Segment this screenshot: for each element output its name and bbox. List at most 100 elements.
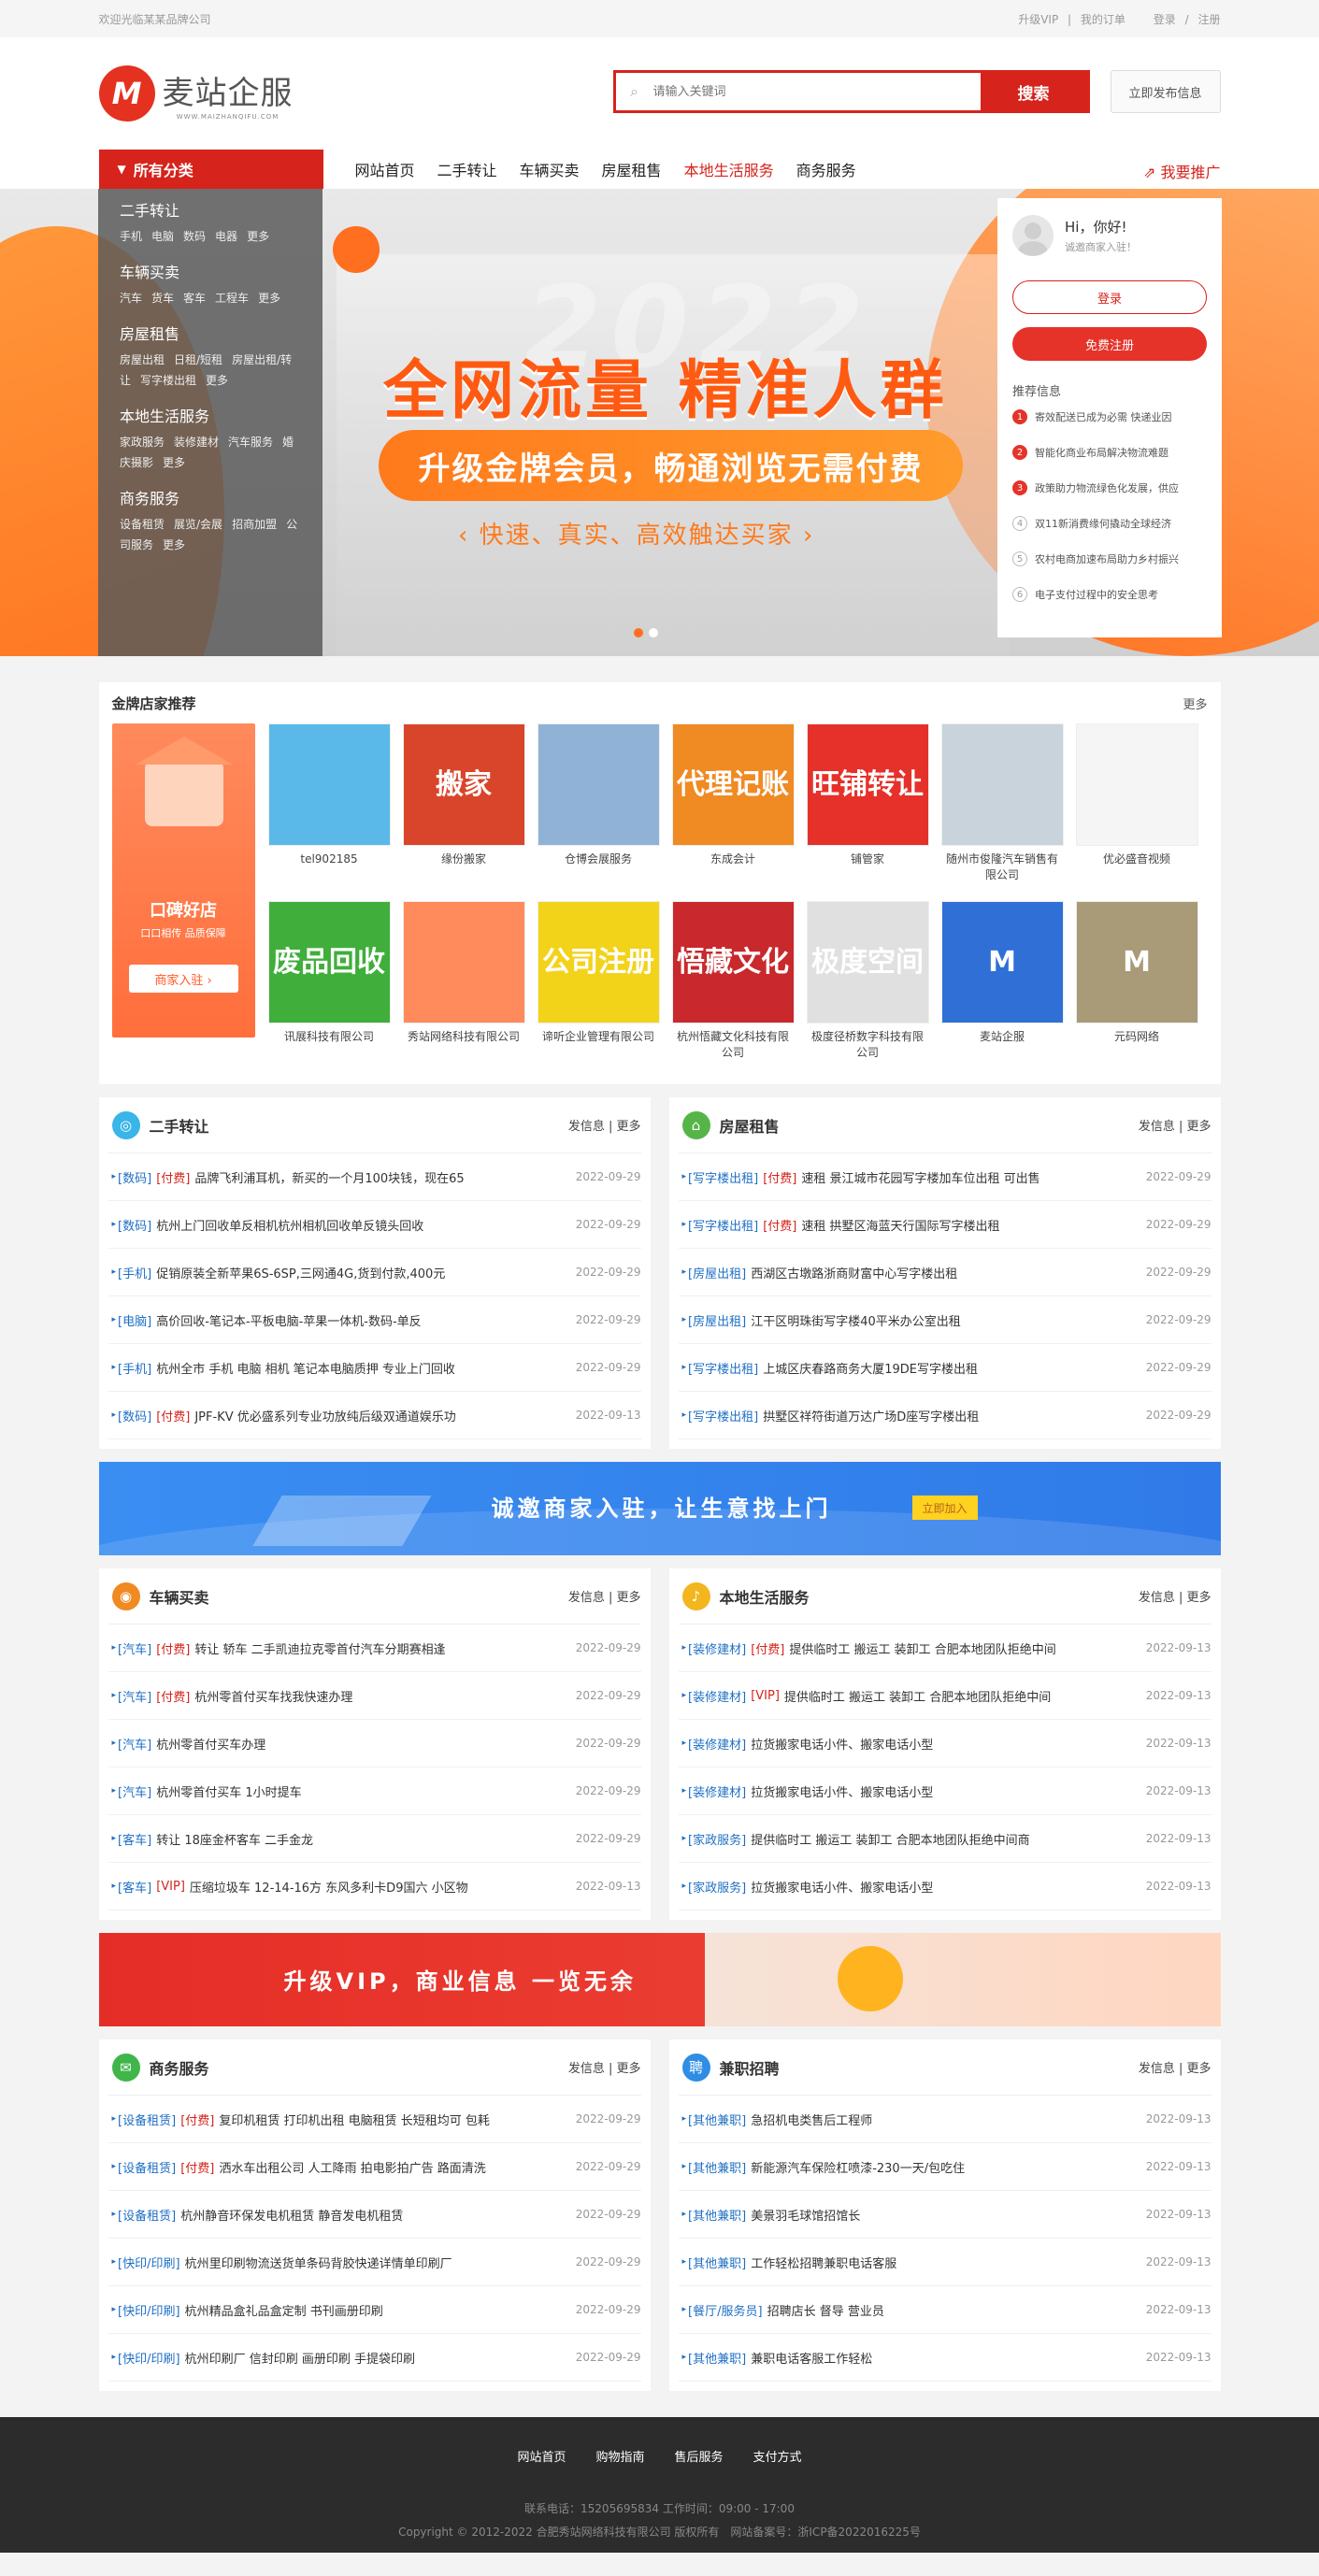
- category-link[interactable]: 电脑: [151, 230, 174, 243]
- list-item[interactable]: ▸ [其他兼职] 工作轻松招聘兼职电话客服 2022-09-13: [678, 2239, 1211, 2286]
- list-item[interactable]: ▸ [客车] [VIP] 压缩垃圾车 12-14-16方 东风多利卡D9国六 小区物 2…: [108, 1863, 641, 1911]
- shop-card[interactable]: M 麦站企服: [940, 901, 1064, 1079]
- search-button[interactable]: 搜索: [980, 73, 1087, 110]
- item-title[interactable]: 杭州零首付买车办理: [156, 1735, 565, 1753]
- item-title[interactable]: 杭州零首付买车找我快速办理: [194, 1687, 564, 1705]
- item-category[interactable]: [手机]: [118, 1264, 151, 1281]
- item-category[interactable]: [餐厅/服务员]: [688, 2301, 763, 2319]
- item-title[interactable]: 美景羽毛球馆招馆长: [751, 2206, 1135, 2224]
- login-button[interactable]: 登录: [1012, 280, 1207, 314]
- search-input[interactable]: [652, 73, 981, 110]
- category-link[interactable]: 更多: [206, 374, 228, 387]
- item-title[interactable]: 招聘店长 督导 营业员: [767, 2301, 1135, 2319]
- item-title[interactable]: 工作轻松招聘兼职电话客服: [751, 2254, 1135, 2271]
- list-item[interactable]: ▸ [其他兼职] 美景羽毛球馆招馆长 2022-09-13: [678, 2191, 1211, 2239]
- list-item[interactable]: ▸ [设备租赁] [付费] 洒水车出租公司 人工降雨 拍电影拍广告 路面清洗 2022-…: [108, 2143, 641, 2191]
- item-category[interactable]: [写字楼出租]: [688, 1359, 758, 1377]
- item-title[interactable]: 速租 景江城市花园写字楼加车位出租 可出售: [801, 1168, 1134, 1186]
- item-category[interactable]: [数码]: [118, 1407, 151, 1424]
- post-more-links[interactable]: 发信息 | 更多: [568, 1116, 641, 1134]
- item-title[interactable]: 西湖区古墩路浙商财富中心写字楼出租: [751, 1264, 1135, 1281]
- shop-card[interactable]: 代理记账 东成会计: [671, 723, 795, 901]
- list-item[interactable]: ▸ [装修建材] [VIP] 提供临时工 搬运工 装卸工 合肥本地团队拒绝中间 2022…: [678, 1672, 1211, 1720]
- item-category[interactable]: [其他兼职]: [688, 2111, 746, 2128]
- item-title[interactable]: 杭州精品盒礼品盒定制 书刊画册印刷: [185, 2301, 565, 2319]
- item-title[interactable]: 杭州全市 手机 电脑 相机 笔记本电脑质押 专业上门回收: [156, 1359, 565, 1377]
- list-item[interactable]: ▸ [写字楼出租] 上城区庆春路商务大厦19DE写字楼出租 2022-09-29: [678, 1344, 1211, 1392]
- list-item[interactable]: ▸ [房屋出租] 江干区明珠街写字楼40平米办公室出租 2022-09-29: [678, 1296, 1211, 1344]
- item-title[interactable]: 兼职电话客服工作轻松: [751, 2349, 1135, 2367]
- shop-card[interactable]: M 元码网络: [1075, 901, 1198, 1079]
- vip-ad-banner[interactable]: 升级VIP，商业信息 一览无余: [98, 1933, 1221, 2026]
- shop-card[interactable]: 仓博会展服务: [537, 723, 660, 901]
- item-category[interactable]: [其他兼职]: [688, 2254, 746, 2271]
- item-title[interactable]: 转让 18座金杯客车 二手金龙: [156, 1830, 565, 1848]
- register-button[interactable]: 免费注册: [1012, 327, 1207, 361]
- item-title[interactable]: 提供临时工 搬运工 装卸工 合肥本地团队拒绝中间商: [751, 1830, 1135, 1848]
- category-link[interactable]: 日租/短租: [174, 353, 222, 366]
- item-category[interactable]: [快印/印刷]: [118, 2254, 180, 2271]
- item-category[interactable]: [设备租赁]: [118, 2206, 176, 2224]
- list-item[interactable]: ▸ [设备租赁] [付费] 复印机租赁 打印机出租 电脑租赁 长短租均可 包耗 2022…: [108, 2096, 641, 2143]
- recommend-item[interactable]: 3 政策助力物流绿色化发展，供应: [1012, 470, 1207, 506]
- item-category[interactable]: [电脑]: [118, 1311, 151, 1329]
- nav-item-1[interactable]: 二手转让: [437, 158, 497, 180]
- item-category[interactable]: [装修建材]: [688, 1782, 746, 1800]
- item-category[interactable]: [设备租赁]: [118, 2158, 176, 2176]
- carousel-dot[interactable]: [649, 628, 658, 637]
- item-title[interactable]: 提供临时工 搬运工 装卸工 合肥本地团队拒绝中间: [789, 1639, 1134, 1657]
- item-title[interactable]: 杭州静音环保发电机租赁 静音发电机租赁: [180, 2206, 565, 2224]
- join-now-button[interactable]: 立即加入: [911, 1496, 978, 1520]
- category-link[interactable]: 工程车: [215, 292, 249, 305]
- shop-card[interactable]: 优必盛音视频: [1075, 723, 1198, 901]
- shop-card[interactable]: 秀站网络科技有限公司: [402, 901, 525, 1079]
- publish-button[interactable]: 立即发布信息: [1110, 70, 1221, 113]
- merchant-join-button[interactable]: 商家入驻 ›: [128, 965, 238, 993]
- item-category[interactable]: [汽车]: [118, 1639, 151, 1657]
- item-category[interactable]: [设备租赁]: [118, 2111, 176, 2128]
- list-item[interactable]: ▸ [装修建材] 拉货搬家电话小件、搬家电话小型 2022-09-13: [678, 1720, 1211, 1767]
- list-item[interactable]: ▸ [家政服务] 拉货搬家电话小件、搬家电话小型 2022-09-13: [678, 1863, 1211, 1911]
- recommend-item[interactable]: 2 智能化商业布局解决物流难题: [1012, 435, 1207, 470]
- post-more-links[interactable]: 发信息 | 更多: [568, 1587, 641, 1605]
- item-category[interactable]: [写字楼出租]: [688, 1407, 758, 1424]
- recommend-item[interactable]: 4 双11新消费缘何撬动全球经济: [1012, 506, 1207, 541]
- list-item[interactable]: ▸ [汽车] 杭州零首付买车办理 2022-09-29: [108, 1720, 641, 1767]
- item-category[interactable]: [数码]: [118, 1216, 151, 1234]
- item-title[interactable]: 杭州上门回收单反相机杭州相机回收单反镜头回收: [156, 1216, 565, 1234]
- list-item[interactable]: ▸ [家政服务] 提供临时工 搬运工 装卸工 合肥本地团队拒绝中间商 2022-09-…: [678, 1815, 1211, 1863]
- item-title[interactable]: 新能源汽车保险杠喷漆-230一天/包吃住: [751, 2158, 1135, 2176]
- carousel-dot[interactable]: [634, 628, 643, 637]
- list-item[interactable]: ▸ [汽车] 杭州零首付买车 1小时提车 2022-09-29: [108, 1767, 641, 1815]
- shop-card[interactable]: 废品回收 讯展科技有限公司: [267, 901, 391, 1079]
- list-item[interactable]: ▸ [数码] [付费] 品牌飞利浦耳机，新买的一个月100块钱，现在65 2022-09…: [108, 1153, 641, 1201]
- item-title[interactable]: 拱墅区祥符街道万达广场D座写字楼出租: [763, 1407, 1135, 1424]
- upgrade-vip-link[interactable]: 升级VIP: [1018, 13, 1058, 26]
- item-title[interactable]: 洒水车出租公司 人工降雨 拍电影拍广告 路面清洗: [219, 2158, 564, 2176]
- item-title[interactable]: 上城区庆春路商务大厦19DE写字楼出租: [763, 1359, 1135, 1377]
- item-category[interactable]: [客车]: [118, 1830, 151, 1848]
- site-logo[interactable]: M 麦站企服 WWW.MAIZHANQIFU.COM: [98, 65, 294, 122]
- footer-link[interactable]: 支付方式: [753, 2447, 802, 2465]
- recommend-item[interactable]: 6 电子支付过程中的安全思考: [1012, 577, 1207, 612]
- list-item[interactable]: ▸ [数码] 杭州上门回收单反相机杭州相机回收单反镜头回收 2022-09-29: [108, 1201, 641, 1249]
- category-link[interactable]: 房屋出租: [120, 353, 165, 366]
- shop-card[interactable]: 旺铺转让 铺管家: [806, 723, 929, 901]
- category-title[interactable]: 二手转让: [120, 198, 301, 221]
- shop-card[interactable]: 搬家 缘份搬家: [402, 723, 525, 901]
- item-title[interactable]: 拉货搬家电话小件、搬家电话小型: [751, 1878, 1135, 1896]
- post-more-links[interactable]: 发信息 | 更多: [568, 2058, 641, 2076]
- item-category[interactable]: [快印/印刷]: [118, 2301, 180, 2319]
- item-category[interactable]: [家政服务]: [688, 1878, 746, 1896]
- list-item[interactable]: ▸ [汽车] [付费] 转让 轿车 二手凯迪拉克零首付汽车分期赛相逢 2022-09-2…: [108, 1624, 641, 1672]
- list-item[interactable]: ▸ [装修建材] [付费] 提供临时工 搬运工 装卸工 合肥本地团队拒绝中间 2022-…: [678, 1624, 1211, 1672]
- item-category[interactable]: [房屋出租]: [688, 1311, 746, 1329]
- item-category[interactable]: [其他兼职]: [688, 2158, 746, 2176]
- category-link[interactable]: 更多: [247, 230, 269, 243]
- category-link[interactable]: 招商加盟: [232, 518, 277, 531]
- list-item[interactable]: ▸ [快印/印刷] 杭州里印刷物流送货单条码背胶快递详情单印刷厂 2022-09-29: [108, 2239, 641, 2286]
- list-item[interactable]: ▸ [其他兼职] 急招机电类售后工程师 2022-09-13: [678, 2096, 1211, 2143]
- top-register-link[interactable]: 注册: [1197, 13, 1220, 26]
- top-login-link[interactable]: 登录: [1154, 13, 1176, 26]
- post-more-links[interactable]: 发信息 | 更多: [1139, 1587, 1211, 1605]
